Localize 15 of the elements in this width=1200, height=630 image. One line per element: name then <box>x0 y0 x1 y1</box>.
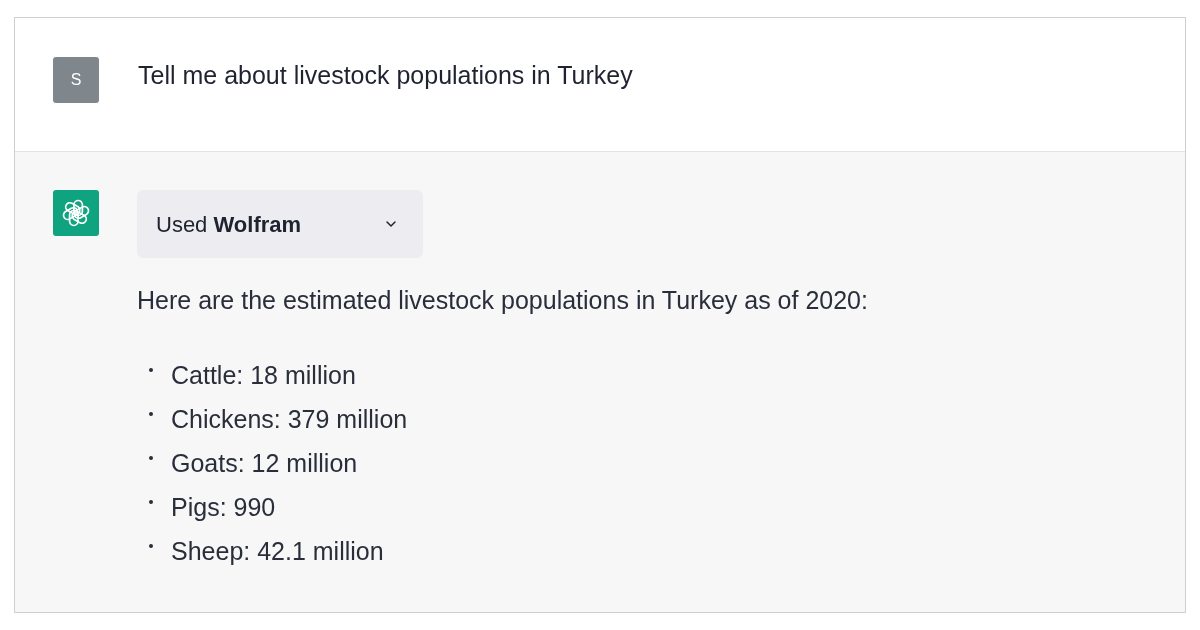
list-item: Cattle: 18 million <box>171 360 356 391</box>
response-paragraph: Here are the estimated livestock populations in Turkey as of 2020: <box>137 285 868 316</box>
bullet-icon <box>149 412 153 416</box>
bullet-icon <box>149 544 153 548</box>
list-item: Pigs: 990 <box>171 492 276 523</box>
list-item: Goats: 12 million <box>171 448 358 479</box>
user-avatar: S <box>53 57 99 103</box>
bullet-icon <box>149 456 153 460</box>
list-item: Sheep: 42.1 million <box>171 536 384 567</box>
bullet-icon <box>149 368 153 372</box>
user-message: Tell me about livestock populations in Turkey <box>138 60 633 91</box>
list-item: Chickens: 379 million <box>171 404 408 435</box>
bullet-icon <box>149 500 153 504</box>
tool-use-dropdown[interactable]: Used Wolfram <box>137 190 423 258</box>
knot-logo-icon <box>53 190 99 236</box>
